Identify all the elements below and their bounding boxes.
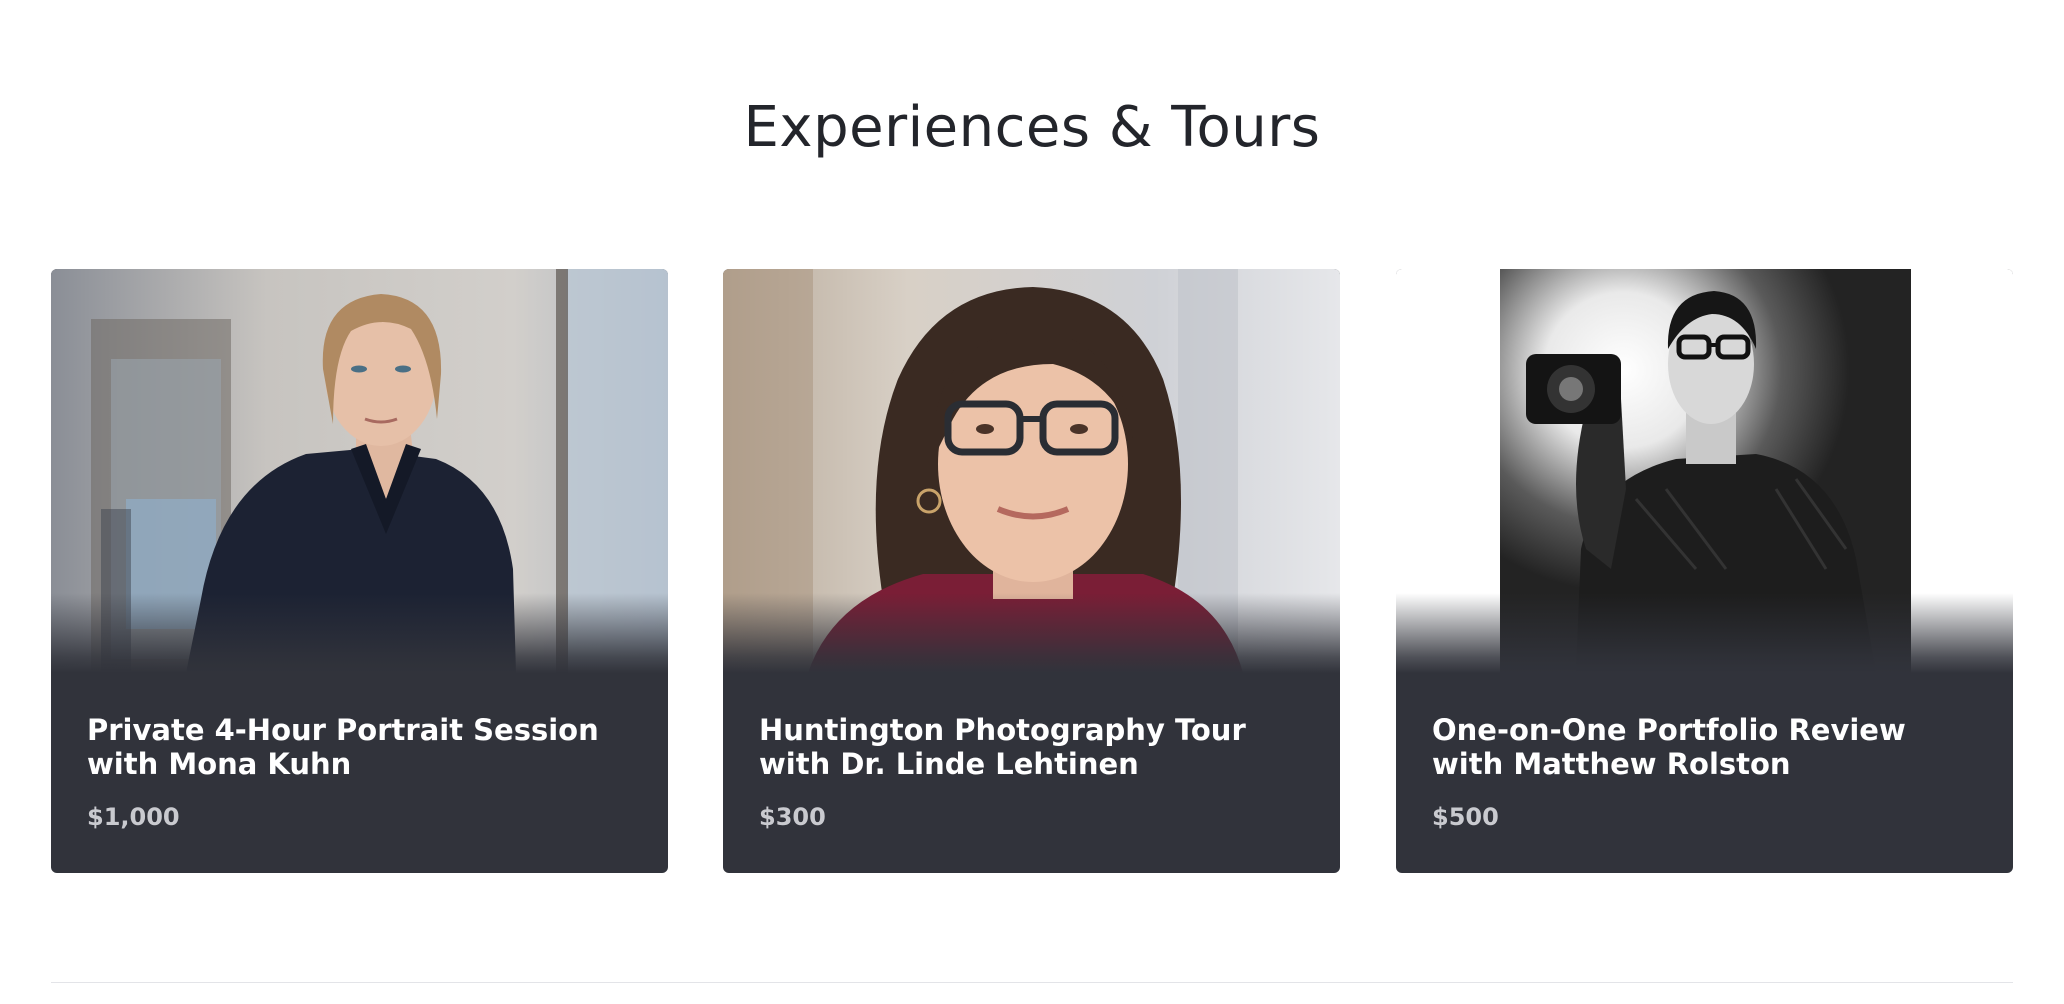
card-body: One-on-One Portfolio Review with Matthew… bbox=[1432, 713, 1983, 831]
card-photo-portrait[interactable] bbox=[723, 269, 1340, 673]
card-price: $300 bbox=[759, 803, 826, 831]
card-title[interactable]: Huntington Photography Tour with Dr. Lin… bbox=[759, 713, 1310, 781]
section-title: Experiences & Tours bbox=[743, 95, 1321, 160]
card-photo-portrait[interactable] bbox=[51, 269, 668, 673]
card-title[interactable]: One-on-One Portfolio Review with Matthew… bbox=[1432, 713, 1983, 781]
card-title[interactable]: Private 4-Hour Portrait Session with Mon… bbox=[87, 713, 638, 781]
card-body: Huntington Photography Tour with Dr. Lin… bbox=[759, 713, 1310, 831]
experience-card[interactable]: Huntington Photography Tour with Dr. Lin… bbox=[723, 269, 1340, 873]
card-body: Private 4-Hour Portrait Session with Mon… bbox=[87, 713, 638, 831]
card-price: $1,000 bbox=[87, 803, 180, 831]
experience-card-list: Private 4-Hour Portrait Session with Mon… bbox=[51, 269, 2013, 873]
experience-card[interactable]: One-on-One Portfolio Review with Matthew… bbox=[1396, 269, 2013, 873]
card-photo-portrait[interactable] bbox=[1396, 269, 2013, 673]
card-price: $500 bbox=[1432, 803, 1499, 831]
section-divider bbox=[51, 982, 2013, 983]
experience-card[interactable]: Private 4-Hour Portrait Session with Mon… bbox=[51, 269, 668, 873]
